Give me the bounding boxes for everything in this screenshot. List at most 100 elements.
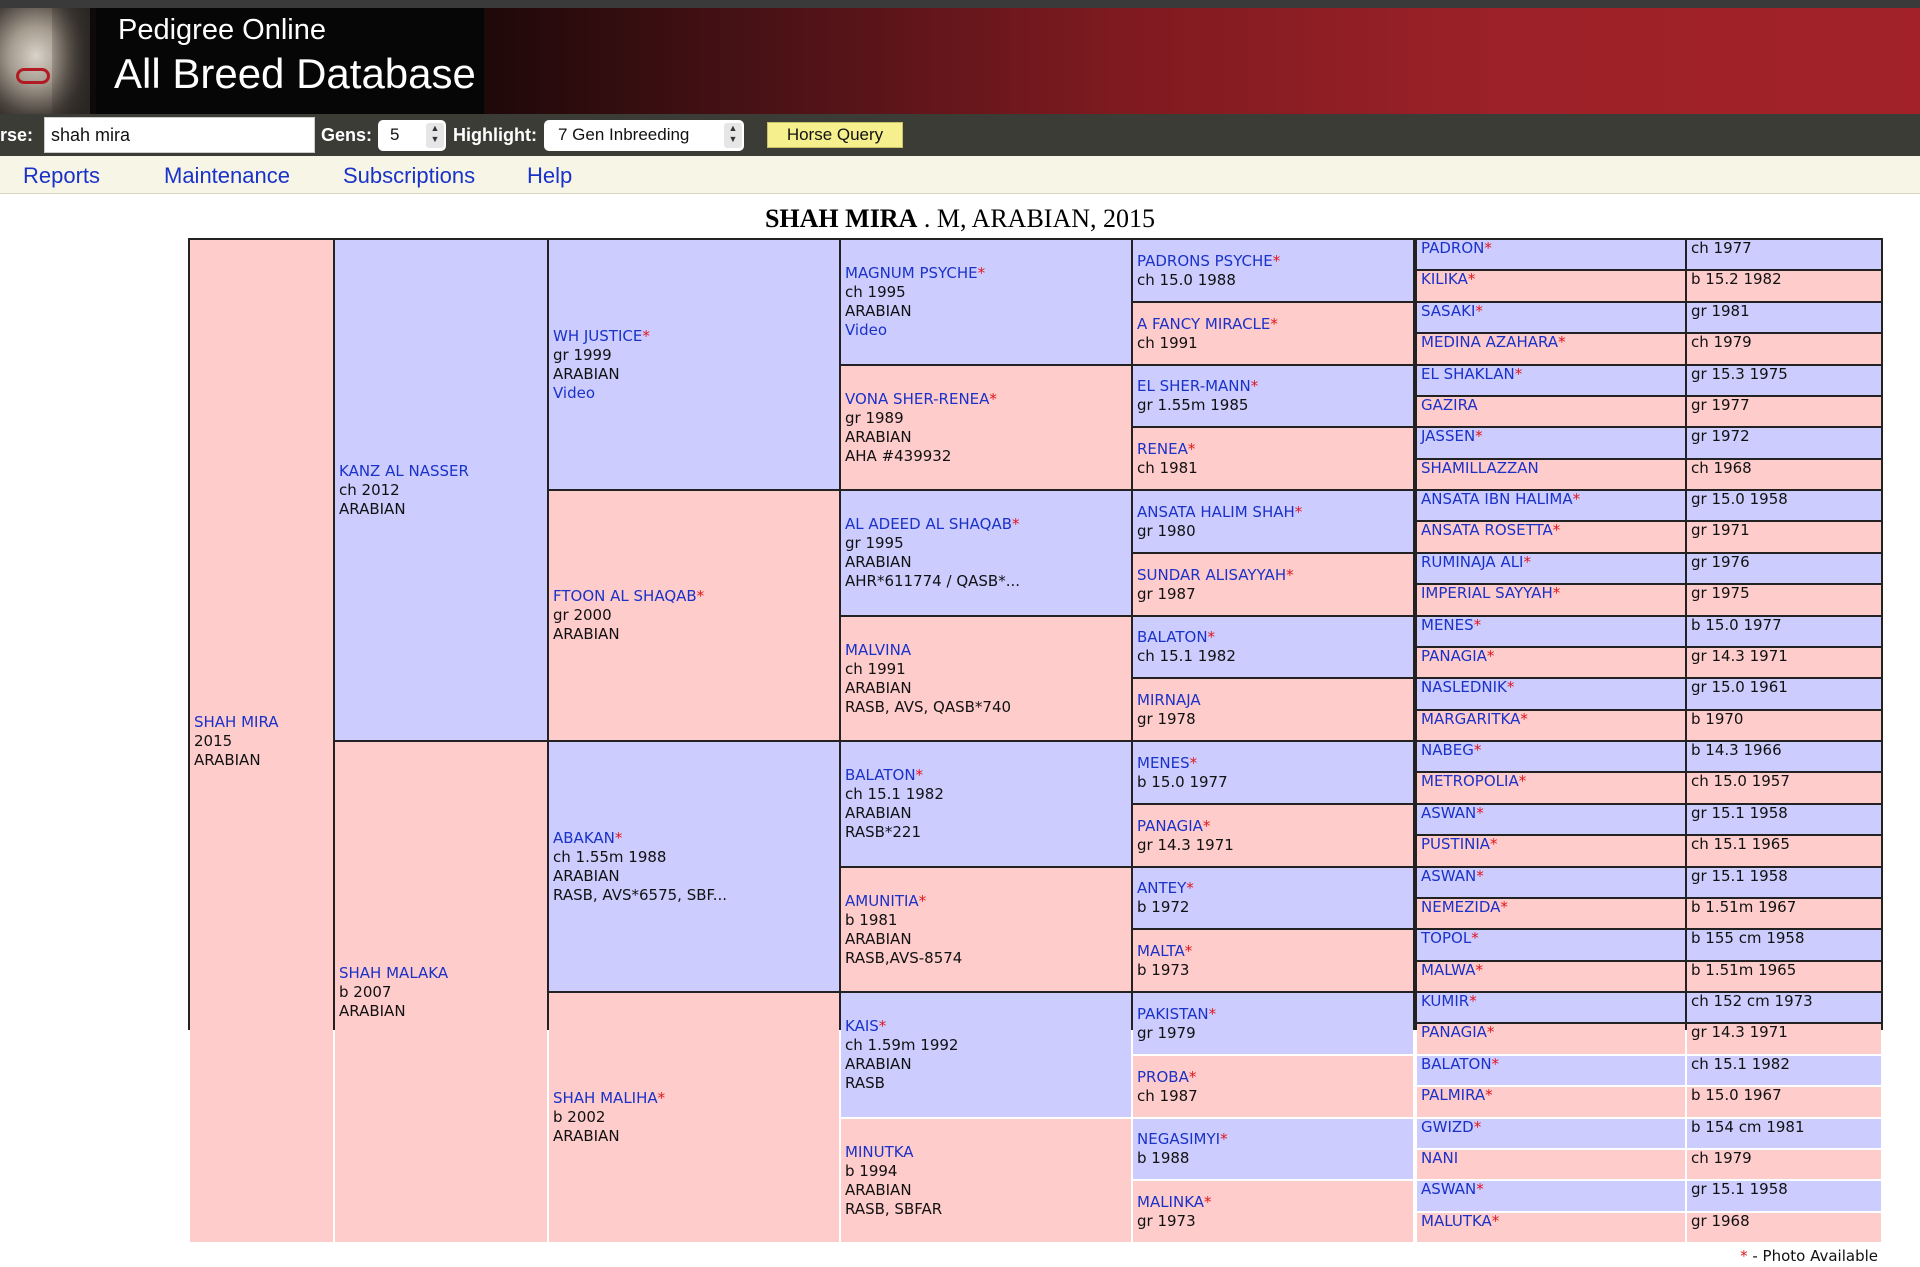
pedigree-cell[interactable]: AL ADEED AL SHAQAB* gr 1995 ARABIAN AHR*611…: [841, 491, 1131, 615]
photo-star-icon[interactable]: *: [1487, 1024, 1495, 1041]
horse-name-link[interactable]: AMUNITIA: [845, 892, 919, 910]
photo-star-icon[interactable]: *: [1487, 648, 1495, 665]
pedigree-cell[interactable]: MALWA*: [1417, 962, 1685, 991]
horse-name-link[interactable]: PANAGIA: [1421, 648, 1487, 665]
photo-star-icon[interactable]: *: [1485, 1087, 1493, 1104]
photo-star-icon[interactable]: *: [1492, 1213, 1500, 1230]
photo-star-icon[interactable]: *: [1188, 440, 1196, 458]
photo-star-icon[interactable]: *: [1553, 585, 1561, 602]
pedigree-cell[interactable]: MIRNAJA gr 1978: [1133, 679, 1413, 740]
pedigree-cell[interactable]: ANTEY* b 1972: [1133, 868, 1413, 928]
horse-name-link[interactable]: RUMINAJA ALI: [1421, 554, 1523, 571]
pedigree-cell[interactable]: FTOON AL SHAQAB* gr 2000 ARABIAN: [549, 491, 839, 740]
horse-name-link[interactable]: NEMEZIDA: [1421, 899, 1500, 916]
video-link[interactable]: Video: [553, 384, 837, 403]
horse-name-link[interactable]: MALTA: [1137, 942, 1185, 960]
pedigree-cell[interactable]: MALTA* b 1973: [1133, 930, 1413, 991]
pedigree-cell[interactable]: SHAMILLAZZAN: [1417, 460, 1685, 489]
horse-name-link[interactable]: KAIS: [845, 1017, 879, 1035]
photo-star-icon[interactable]: *: [1186, 879, 1194, 897]
photo-star-icon[interactable]: *: [658, 1089, 666, 1107]
photo-star-icon[interactable]: *: [1286, 566, 1294, 584]
pedigree-cell[interactable]: AMUNITIA* b 1981 ARABIAN RASB,AVS-8574: [841, 868, 1131, 991]
pedigree-cell[interactable]: ASWAN*: [1417, 805, 1685, 834]
horse-name-link[interactable]: SHAH MALIHA: [553, 1089, 658, 1107]
photo-star-icon[interactable]: *: [1484, 240, 1492, 257]
horse-name-link[interactable]: KUMIR: [1421, 993, 1469, 1010]
horse-name-link[interactable]: ANSATA HALIM SHAH: [1137, 503, 1295, 521]
pedigree-cell[interactable]: PROBA* ch 1987: [1133, 1056, 1413, 1117]
menu-subscriptions[interactable]: Subscriptions: [343, 163, 475, 189]
pedigree-cell[interactable]: BALATON*: [1417, 1056, 1685, 1085]
pedigree-cell[interactable]: ABAKAN* ch 1.55m 1988 ARABIAN RASB, AVS*657…: [549, 742, 839, 991]
horse-name-link[interactable]: MINUTKA: [845, 1143, 914, 1161]
horse-name-link[interactable]: PROBA: [1137, 1068, 1189, 1086]
horse-name-link[interactable]: PAKISTAN: [1137, 1005, 1209, 1023]
horse-name-link[interactable]: MEDINA AZAHARA: [1421, 334, 1558, 351]
horse-name-link[interactable]: MALUTKA: [1421, 1213, 1492, 1230]
photo-star-icon[interactable]: *: [1475, 428, 1483, 445]
pedigree-cell[interactable]: NEMEZIDA*: [1417, 899, 1685, 928]
horse-name-link[interactable]: WH JUSTICE: [553, 327, 642, 345]
pedigree-cell[interactable]: PADRONS PSYCHE* ch 15.0 1988: [1133, 240, 1413, 301]
photo-star-icon[interactable]: *: [1204, 1193, 1212, 1211]
horse-name-link[interactable]: RENEA: [1137, 440, 1188, 458]
pedigree-cell[interactable]: SHAH MALAKA b 2007 ARABIAN: [335, 742, 547, 1242]
photo-star-icon[interactable]: *: [919, 892, 927, 910]
photo-star-icon[interactable]: *: [1190, 754, 1198, 772]
pedigree-cell[interactable]: PALMIRA*: [1417, 1087, 1685, 1117]
pedigree-cell[interactable]: GAZIRA: [1417, 397, 1685, 426]
horse-name-link[interactable]: PUSTINIA: [1421, 836, 1490, 853]
pedigree-cell[interactable]: RUMINAJA ALI*: [1417, 554, 1685, 583]
photo-star-icon[interactable]: *: [1270, 315, 1278, 333]
horse-name-link[interactable]: KILIKA: [1421, 271, 1468, 288]
photo-star-icon[interactable]: *: [1189, 1068, 1197, 1086]
photo-star-icon[interactable]: *: [642, 327, 650, 345]
photo-star-icon[interactable]: *: [1273, 252, 1281, 270]
pedigree-cell[interactable]: SASAKI*: [1417, 303, 1685, 332]
photo-star-icon[interactable]: *: [1208, 628, 1216, 646]
photo-star-icon[interactable]: *: [1476, 868, 1484, 885]
horse-name-link[interactable]: NABEG: [1421, 742, 1474, 759]
menu-maintenance[interactable]: Maintenance: [164, 163, 290, 189]
horse-name-link[interactable]: ABAKAN: [553, 829, 615, 847]
pedigree-cell[interactable]: SUNDAR ALISAYYAH* gr 1987: [1133, 554, 1413, 615]
pedigree-cell[interactable]: IMPERIAL SAYYAH*: [1417, 585, 1685, 615]
pedigree-cell[interactable]: MALUTKA*: [1417, 1213, 1685, 1242]
horse-name-link[interactable]: BALATON: [1137, 628, 1208, 646]
pedigree-cell[interactable]: KILIKA*: [1417, 271, 1685, 301]
horse-name-link[interactable]: NANI: [1421, 1150, 1458, 1167]
pedigree-cell[interactable]: NASLEDNIK*: [1417, 679, 1685, 709]
horse-name-link[interactable]: PALMIRA: [1421, 1087, 1485, 1104]
pedigree-cell[interactable]: GWIZD*: [1417, 1119, 1685, 1148]
photo-star-icon[interactable]: *: [1474, 617, 1482, 634]
horse-query-button[interactable]: Horse Query: [767, 122, 903, 148]
pedigree-cell[interactable]: ANSATA ROSETTA*: [1417, 522, 1685, 552]
horse-name-link[interactable]: MENES: [1421, 617, 1474, 634]
horse-name-link[interactable]: PANAGIA: [1421, 1024, 1487, 1041]
pedigree-cell[interactable]: KUMIR*: [1417, 993, 1685, 1022]
horse-name-link[interactable]: MARGARITKA: [1421, 711, 1520, 728]
horse-name-link[interactable]: TOPOL: [1421, 930, 1471, 947]
photo-star-icon[interactable]: *: [1519, 773, 1527, 790]
pedigree-cell[interactable]: PANAGIA* gr 14.3 1971: [1133, 805, 1413, 866]
pedigree-cell[interactable]: PANAGIA*: [1417, 648, 1685, 677]
pedigree-cell[interactable]: ANSATA HALIM SHAH* gr 1980: [1133, 491, 1413, 552]
photo-star-icon[interactable]: *: [1468, 271, 1476, 288]
photo-star-icon[interactable]: *: [1012, 515, 1020, 533]
pedigree-cell[interactable]: KAIS* ch 1.59m 1992 ARABIAN RASB: [841, 993, 1131, 1117]
pedigree-cell[interactable]: MAGNUM PSYCHE* ch 1995 ARABIAN Video: [841, 240, 1131, 364]
photo-star-icon[interactable]: *: [1203, 817, 1211, 835]
horse-name-link[interactable]: SHAMILLAZZAN: [1421, 460, 1539, 477]
pedigree-cell[interactable]: MARGARITKA*: [1417, 711, 1685, 740]
photo-star-icon[interactable]: *: [1520, 711, 1528, 728]
horse-name-link[interactable]: ANTEY: [1137, 879, 1186, 897]
photo-star-icon[interactable]: *: [1507, 679, 1515, 696]
pedigree-cell[interactable]: BALATON* ch 15.1 1982: [1133, 617, 1413, 677]
pedigree-cell[interactable]: BALATON* ch 15.1 1982 ARABIAN RASB*221: [841, 742, 1131, 866]
photo-star-icon[interactable]: *: [1515, 366, 1523, 383]
horse-name-link[interactable]: MIRNAJA: [1137, 691, 1201, 709]
horse-name-link[interactable]: NASLEDNIK: [1421, 679, 1507, 696]
horse-name-link[interactable]: FTOON AL SHAQAB: [553, 587, 697, 605]
pedigree-cell[interactable]: EL SHER-MANN* gr 1.55m 1985: [1133, 366, 1413, 426]
